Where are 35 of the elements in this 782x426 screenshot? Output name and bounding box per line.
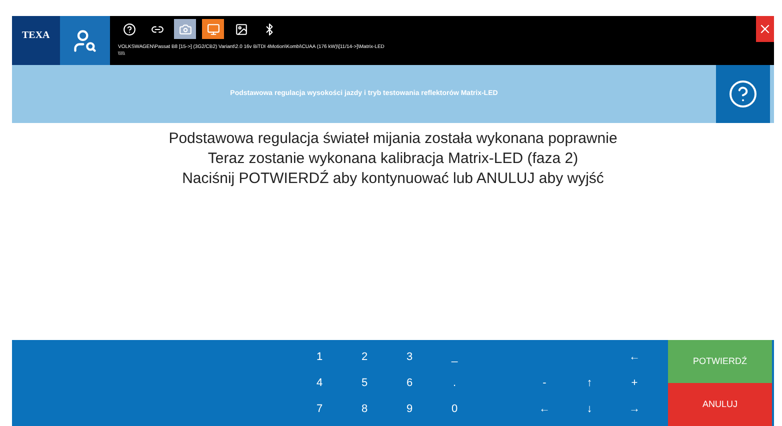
keypad-key[interactable]: 1 xyxy=(297,348,342,366)
message-text: Teraz zostanie wykonana kalibracja Matrix-LED (faza 2) xyxy=(208,149,578,169)
keypad-key[interactable]: . xyxy=(432,374,477,392)
keypad-key[interactable]: _ xyxy=(432,348,477,366)
image-icon xyxy=(234,22,248,36)
cancel-button[interactable]: ANULUJ xyxy=(668,383,772,426)
keypad-key[interactable]: ← xyxy=(612,348,657,366)
monitor-icon xyxy=(206,22,220,36)
logo: TEXA xyxy=(12,16,60,65)
keypad-key[interactable]: 2 xyxy=(342,348,387,366)
user-search-icon xyxy=(72,28,98,54)
keypad-key[interactable]: → xyxy=(612,400,657,418)
keypad-key[interactable]: 3 xyxy=(387,348,432,366)
confirm-button[interactable]: POTWIERDŹ xyxy=(668,340,772,383)
keypad-key[interactable]: - xyxy=(522,374,567,392)
keypad-key[interactable]: + xyxy=(612,374,657,392)
keypad-key[interactable]: 6 xyxy=(387,374,432,392)
keypad-key[interactable]: 5 xyxy=(342,374,387,392)
keypad-key[interactable]: 9 xyxy=(387,400,432,418)
close-icon xyxy=(758,22,772,36)
help-icon xyxy=(122,22,136,36)
keypad-key[interactable]: 7 xyxy=(297,400,342,418)
user-search-button[interactable] xyxy=(60,16,110,65)
keypad-key[interactable]: ↑ xyxy=(567,374,612,392)
keypad-key[interactable]: 0 xyxy=(432,400,477,418)
camera-icon xyxy=(178,22,192,36)
message-text: Podstawowa regulacja świateł mijania została wykonana poprawnie xyxy=(168,129,618,149)
keypad-key[interactable]: ← xyxy=(522,400,567,418)
close-button[interactable] xyxy=(756,16,774,42)
help-icon xyxy=(728,79,758,109)
monitor-button[interactable] xyxy=(202,19,224,39)
keypad-key[interactable]: ↓ xyxy=(567,400,612,418)
message-text: Naciśnij POTWIERDŹ aby kontynuować lub ANULUJ aby wyjść xyxy=(182,169,604,189)
keypad-key[interactable]: 4 xyxy=(297,374,342,392)
keypad-key[interactable]: 8 xyxy=(342,400,387,418)
